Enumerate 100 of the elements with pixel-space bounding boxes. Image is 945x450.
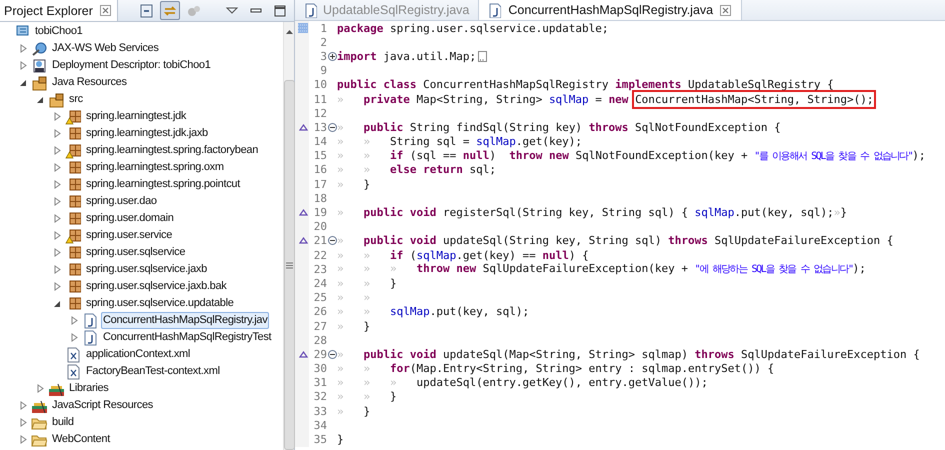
line-number: 33 [312,404,327,418]
collapsed-arrow-icon[interactable] [53,231,62,240]
tree-item[interactable]: spring.user.sqlservice.updatable [84,295,236,312]
line-number: 1 [319,22,327,35]
code-line: » » » updateSql(entry.getKey(), entry.getValue()); [337,376,708,390]
java-resources-icon [31,74,47,90]
java-file-icon [487,2,502,18]
collapsed-arrow-icon[interactable] [53,197,62,206]
collapsed-arrow-icon[interactable] [53,146,62,155]
collapsed-arrow-icon[interactable] [53,129,62,138]
expand-fold-icon[interactable] [328,52,336,61]
collapsed-arrow-icon[interactable] [36,384,45,393]
tree-item[interactable]: Java Resources [50,74,129,91]
line-number: 34 [312,418,327,432]
collapse-fold-icon[interactable] [328,236,336,246]
expanded-arrow-icon[interactable] [19,78,28,87]
collapsed-arrow-icon[interactable] [53,180,62,189]
code-line: » public void updateSql(String key, String sql) throws SqlUpdateFailureException { [337,234,894,248]
expanded-arrow-icon[interactable] [53,299,62,308]
scroll-up-icon[interactable] [284,28,294,36]
line-number: 21 [312,234,327,248]
code-line: » } [337,178,370,191]
collapse-fold-icon[interactable] [328,350,336,359]
tree-item[interactable]: FactoryBeanTest-context.xml [84,363,222,380]
line-number: 27 [312,320,327,333]
tree-item[interactable]: JavaScript Resources [50,397,155,414]
tree-item[interactable]: spring.user.sqlservice.jaxb [84,261,209,278]
tree-item[interactable]: spring.learningtest.jdk [84,108,188,125]
tree-item[interactable]: spring.user.domain [84,210,176,227]
line-number: 24 [312,276,327,290]
line-number: 11 [312,92,327,106]
line-number: 30 [312,362,327,376]
line-number: 13 [312,120,327,134]
code-line: » } [337,404,370,418]
line-number: 15 [312,149,327,162]
code-line: » » for(Map.Entry<String, String> entry : sqlmap.entrySet()) { [337,362,774,376]
scrollbar[interactable] [283,22,294,450]
tree-item[interactable]: WebContent [50,431,112,448]
code-line: » » } [337,390,397,404]
collapsed-arrow-icon[interactable] [53,214,62,223]
line-number: 25 [312,291,327,304]
collapsed-arrow-icon[interactable] [70,333,79,342]
line-number: 9 [319,64,327,78]
xml-file-icon [65,346,81,362]
collapse-fold-icon[interactable] [328,122,336,132]
tree-item[interactable]: src [67,91,85,108]
line-number: 31 [312,376,327,390]
collapsed-arrow-icon[interactable] [53,163,62,172]
tree-item[interactable]: spring.learningtest.spring.factorybean [84,142,260,159]
code-line: » public void updateSql(Map<String, String> sqlmap) throws SqlUpdateFailureException { [337,348,920,361]
tree-item[interactable]: Libraries [67,380,110,397]
tree-item[interactable]: ConcurrentHashMapSqlRegistry.jav [101,312,270,329]
collapsed-arrow-icon[interactable] [53,248,62,257]
code-line: » » String sql = sqlMap.get(key); [337,135,582,148]
code-line: » » sqlMap.put(key, sql); [337,305,530,318]
scroll-thumb[interactable] [284,80,294,450]
line-number: 22 [312,248,327,262]
collapsed-arrow-icon[interactable] [19,401,28,410]
code-line: » » } [337,276,397,290]
code-line: » public void registerSql(String key, String sql) { sqlMap.put(key, sql);»} [337,206,847,220]
collapsed-arrow-icon[interactable] [53,112,62,121]
collapsed-arrow-icon[interactable] [19,44,28,53]
line-number: 10 [312,78,327,92]
code-line: » » if (sqlMap.get(key) == null) { [337,248,589,262]
descriptor-icon [31,58,47,74]
tree-item[interactable]: Deployment Descriptor: tobiChoo1 [50,57,213,74]
code-line: public class ConcurrentHashMapSqlRegistry implements UpdatableSqlRegistry { [337,78,834,92]
tree-item[interactable]: applicationContext.xml [84,346,192,363]
editor-tab[interactable]: ConcurrentHashMapSqlRegistry.java [478,0,742,20]
folded-code-icon[interactable] [478,50,488,62]
view-tab[interactable]: Project Explorer [0,0,118,21]
line-number: 17 [312,178,327,191]
close-icon[interactable] [100,5,111,16]
close-icon[interactable] [720,4,732,16]
line-number: 12 [312,106,327,120]
collapsed-arrow-icon[interactable] [19,418,28,427]
tree-item[interactable]: spring.learningtest.spring.pointcut [84,176,242,193]
code-line: } [337,433,344,446]
code-line: » » if (sql == null) throw new SqlNotFoundException(key + "를 이용해서 SQL을 찾을 수 없습니다"); [337,148,926,163]
collapsed-arrow-icon[interactable] [19,435,28,444]
tree-item[interactable]: JAX-WS Web Services [50,40,161,57]
line-number: 23 [312,262,327,276]
collapsed-arrow-icon[interactable] [53,265,62,274]
tree-item[interactable]: tobiChoo1 [33,23,84,40]
expanded-arrow-icon[interactable] [36,95,45,104]
collapsed-arrow-icon[interactable] [19,61,28,70]
java-file-icon [82,312,98,328]
tree-item[interactable]: spring.user.service [84,227,174,244]
tree-item[interactable]: spring.learningtest.spring.oxm [84,159,226,176]
source-folder-icon [48,92,64,108]
collapsed-arrow-icon[interactable] [70,316,79,325]
tree-item[interactable]: spring.user.sqlservice [84,244,188,261]
tree-item[interactable]: spring.user.dao [84,193,159,210]
code-line: » } [337,320,370,333]
line-number: 35 [312,433,327,446]
tree-item[interactable]: spring.user.sqlservice.jaxb.bak [84,278,228,295]
collapsed-arrow-icon[interactable] [53,282,62,291]
tree-item[interactable]: ConcurrentHashMapSqlRegistryTest [101,329,274,346]
tree-item[interactable]: build [50,414,76,431]
tree-item[interactable]: spring.learningtest.jdk.jaxb [84,125,210,142]
